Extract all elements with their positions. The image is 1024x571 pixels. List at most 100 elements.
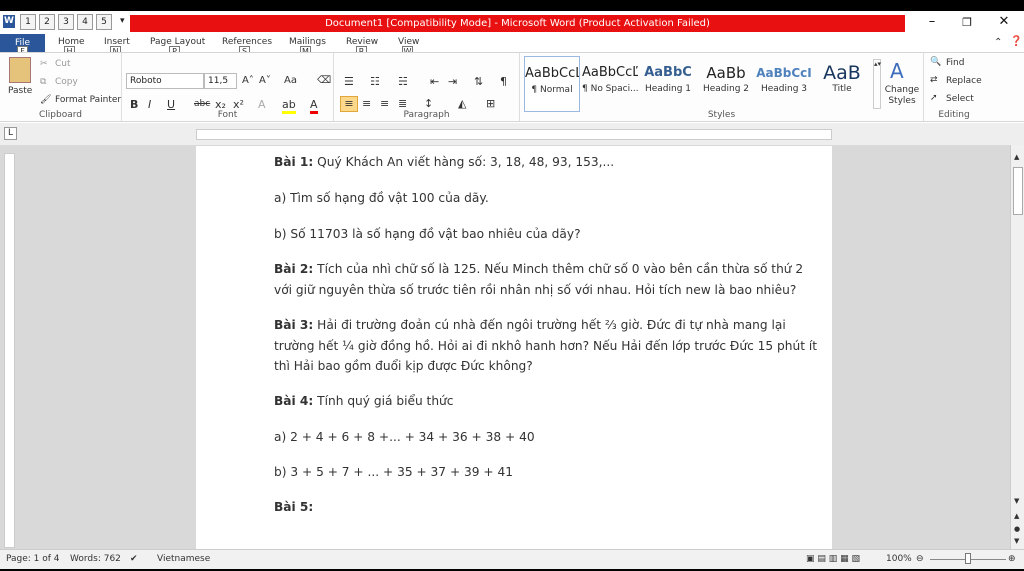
- style-heading-3[interactable]: AaBbCcI Heading 3: [756, 56, 812, 112]
- styles-group: AaBbCcĽ ¶ Normal AaBbCcĽ ¶ No Spaci... AaB…: [520, 53, 924, 121]
- strikethrough-icon[interactable]: abc: [194, 99, 210, 109]
- format-painter-button[interactable]: Format Painter: [55, 95, 121, 105]
- tab-selector-icon[interactable]: L: [4, 127, 17, 140]
- vertical-scrollbar[interactable]: ▲ ▼ ▲ ● ▼: [1010, 145, 1024, 550]
- paragraph-text[interactable]: với giữ nguyên thừa số trước tiên rồi nh…: [274, 280, 796, 301]
- browse-object-icon[interactable]: ●: [1014, 525, 1020, 533]
- cut-button[interactable]: Cut: [55, 59, 71, 69]
- find-icon[interactable]: 🔍: [930, 57, 941, 67]
- styles-scroll-icon[interactable]: ▴▾: [873, 59, 881, 109]
- style-preview: AaBbC: [644, 65, 692, 80]
- qat-customize-icon[interactable]: ▾: [120, 16, 125, 26]
- line-spacing-icon[interactable]: ↕: [424, 97, 433, 110]
- font-group: Roboto 11,5 A˄ A˅ Aa ⌫ B I U abc x₂ x² A…: [122, 53, 334, 121]
- zoom-in-icon[interactable]: ⊕: [1008, 554, 1016, 564]
- align-right-icon[interactable]: ≡: [380, 97, 389, 110]
- language-indicator[interactable]: Vietnamese: [157, 554, 210, 564]
- scroll-thumb[interactable]: [1013, 167, 1023, 215]
- style-title[interactable]: AaB Title: [814, 56, 870, 112]
- font-size-dropdown[interactable]: 11,5: [204, 73, 237, 89]
- page-count[interactable]: Page: 1 of 4: [6, 554, 60, 564]
- font-name-dropdown[interactable]: Roboto: [126, 73, 204, 89]
- style-normal[interactable]: AaBbCcĽ ¶ Normal: [524, 56, 580, 112]
- minimize-icon[interactable]: –: [914, 14, 950, 29]
- paragraph-text[interactable]: trường hết ¼ giờ đồng hồ. Hỏi ai đi nkhô…: [274, 336, 817, 357]
- paragraph-text[interactable]: thì Hải bao gồm đuổi kịp được Đức không?: [274, 356, 533, 377]
- restore-icon[interactable]: ❐: [949, 16, 985, 29]
- paragraph-bai-2[interactable]: Bài 2: Tích của nhì chữ số là 125. Nếu M…: [274, 259, 803, 280]
- increase-indent-icon[interactable]: ⇥: [448, 75, 457, 88]
- replace-button[interactable]: Replace: [946, 76, 982, 86]
- qat-save-button[interactable]: 1: [20, 14, 36, 30]
- qat-preview-button[interactable]: 5: [96, 14, 112, 30]
- paragraph-text[interactable]: b) Số 11703 là số hạng đồ vật bao nhiêu …: [274, 224, 581, 245]
- ruler-bar: L: [0, 123, 1024, 145]
- title-bar: W 1 2 3 4 5 ▾ Document1 [Compatibility M…: [0, 11, 1024, 34]
- paragraph-bai-5[interactable]: Bài 5:: [274, 497, 313, 518]
- view-buttons[interactable]: ▣ ▤ ▥ ▦ ▧: [806, 554, 860, 564]
- zoom-level[interactable]: 100%: [886, 554, 912, 564]
- qat-print-button[interactable]: 4: [77, 14, 93, 30]
- style-heading-2[interactable]: AaBb Heading 2: [698, 56, 754, 112]
- change-styles-button[interactable]: Change Styles: [882, 85, 922, 107]
- select-icon[interactable]: ➚: [930, 93, 938, 103]
- scroll-up-icon[interactable]: ▲: [1014, 153, 1019, 161]
- shrink-font-icon[interactable]: A˅: [259, 75, 271, 86]
- paste-icon[interactable]: [9, 57, 31, 83]
- decrease-indent-icon[interactable]: ⇤: [430, 75, 439, 88]
- clipboard-label: Clipboard: [39, 110, 82, 120]
- document-page[interactable]: Bài 1: Quý Khách An viết hàng số: 3, 18,…: [196, 146, 832, 550]
- clipboard-group: Paste ✂ Cut ⧉ Copy 🖌 Format Painter Clip…: [0, 53, 122, 121]
- clear-format-icon[interactable]: ⌫: [317, 75, 331, 86]
- style-no-spacing[interactable]: AaBbCcĽ ¶ No Spaci...: [582, 56, 639, 112]
- borders-icon[interactable]: ⊞: [486, 97, 495, 110]
- copy-icon[interactable]: ⧉: [40, 77, 46, 87]
- qat-undo-button[interactable]: 2: [39, 14, 55, 30]
- heading-text: Bài 2:: [274, 262, 314, 276]
- body-text: Tính quý giá biểu thức: [313, 394, 454, 408]
- paragraph-text[interactable]: b) 3 + 5 + 7 + ... + 35 + 37 + 39 + 41: [274, 462, 513, 483]
- word-count[interactable]: Words: 762: [70, 554, 121, 564]
- replace-icon[interactable]: ⇄: [930, 75, 938, 85]
- word-app-icon[interactable]: W: [3, 15, 15, 28]
- grow-font-icon[interactable]: A˄: [242, 75, 254, 86]
- zoom-slider-handle[interactable]: [965, 553, 971, 564]
- cut-icon[interactable]: ✂: [40, 59, 48, 69]
- style-preview: AaBbCcĽ: [582, 65, 638, 80]
- style-name: Title: [832, 84, 852, 94]
- shading-icon[interactable]: ◭: [458, 97, 466, 110]
- paragraph-bai-3[interactable]: Bài 3: Hải đi trường đoản cú nhà đến ngô…: [274, 315, 786, 336]
- previous-page-icon[interactable]: ▲: [1014, 512, 1019, 520]
- help-icon[interactable]: ❓: [1010, 36, 1022, 47]
- next-page-icon[interactable]: ▼: [1014, 537, 1019, 545]
- paragraph-bai-1[interactable]: Bài 1: Quý Khách An viết hàng số: 3, 18,…: [274, 152, 614, 173]
- heading-text: Bài 3:: [274, 318, 314, 332]
- multilevel-list-icon[interactable]: ☵: [398, 75, 408, 88]
- bullets-icon[interactable]: ☰: [344, 75, 354, 88]
- horizontal-ruler[interactable]: [196, 129, 832, 140]
- proofing-icon[interactable]: ✔: [130, 554, 138, 564]
- paste-button[interactable]: Paste: [8, 86, 32, 96]
- vertical-ruler[interactable]: [4, 153, 15, 548]
- change-styles-icon[interactable]: A: [890, 59, 904, 83]
- show-marks-icon[interactable]: ¶: [500, 75, 507, 88]
- scroll-down-icon[interactable]: ▼: [1014, 497, 1019, 505]
- justify-icon[interactable]: ≣: [398, 97, 407, 110]
- qat-redo-button[interactable]: 3: [58, 14, 74, 30]
- paragraph-text[interactable]: a) Tìm số hạng đồ vật 100 của dãy.: [274, 188, 489, 209]
- zoom-out-icon[interactable]: ⊖: [916, 554, 924, 564]
- paragraph-text[interactable]: a) 2 + 4 + 6 + 8 +... + 34 + 36 + 38 + 4…: [274, 427, 535, 448]
- sort-icon[interactable]: ⇅: [474, 75, 483, 88]
- select-button[interactable]: Select: [946, 94, 974, 104]
- minimize-ribbon-icon[interactable]: ⌃: [994, 37, 1002, 48]
- change-case-button[interactable]: Aa: [284, 75, 297, 86]
- ribbon: Paste ✂ Cut ⧉ Copy 🖌 Format Painter Clip…: [0, 52, 1024, 122]
- format-painter-icon[interactable]: 🖌: [40, 95, 51, 105]
- copy-button[interactable]: Copy: [55, 77, 78, 87]
- find-button[interactable]: Find: [946, 58, 964, 68]
- close-icon[interactable]: ✕: [986, 14, 1022, 29]
- paragraph-bai-4[interactable]: Bài 4: Tính quý giá biểu thức: [274, 391, 453, 412]
- align-center-icon[interactable]: ≡: [362, 97, 371, 110]
- numbering-icon[interactable]: ☷: [370, 75, 380, 88]
- style-heading-1[interactable]: AaBbC Heading 1: [640, 56, 696, 112]
